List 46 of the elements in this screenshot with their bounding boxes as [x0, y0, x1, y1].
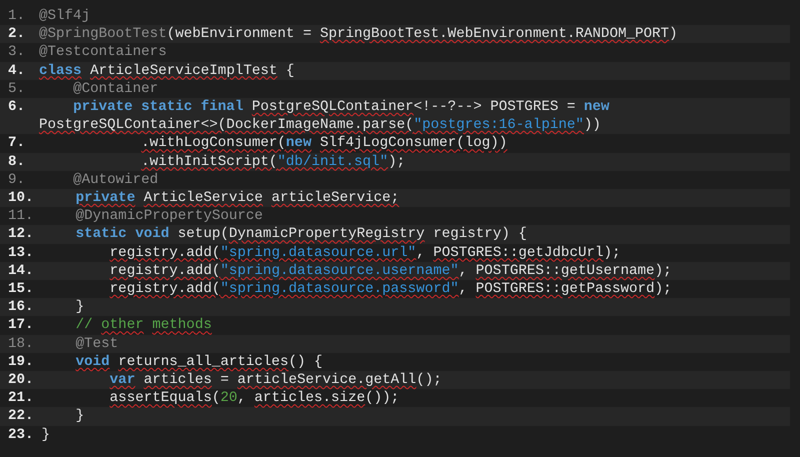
line-number: 12.: [7, 225, 34, 244]
code-line: registry.add("spring.datasource.url", POSTGRES::getJdbcUrl);: [108, 244, 622, 262]
code-line: @Slf4j: [38, 7, 92, 26]
line-number: 6.: [7, 98, 26, 118]
code-line: registry.add("spring.datasource.password", POSTGRES::getPassword);: [108, 280, 673, 298]
code-line: void returns_all_articles() {: [74, 352, 324, 372]
code-line: assertEquals(20, articles.size());: [108, 389, 400, 408]
code-line: @SpringBootTest(webEnvironment = SpringBootTest.WebEnvironment.RANDOM_PORT): [38, 25, 679, 44]
line-number: 2.: [7, 25, 26, 44]
line-number: 10.: [7, 189, 34, 208]
line-number: 22.: [7, 407, 34, 426]
line-number: 13.: [7, 244, 34, 262]
line-number: 8.: [7, 152, 26, 171]
line-number: 3.: [7, 43, 26, 62]
code-line: @Testcontainers: [38, 43, 168, 62]
line-number: 19.: [7, 352, 34, 372]
line-number: 21.: [7, 389, 34, 408]
line-number: 16.: [7, 298, 34, 316]
line-number: 9.: [7, 170, 26, 190]
code-line: }: [40, 426, 52, 444]
line-number: 7.: [7, 134, 26, 153]
code-line: private ArticleService articleService;: [74, 189, 400, 208]
code-line: @Container: [72, 80, 160, 98]
line-number: 18.: [7, 334, 34, 353]
line-number: 5.: [7, 80, 26, 98]
code-line: registry.add("spring.datasource.username", POSTGRES::getUsername);: [108, 262, 673, 280]
line-number: 20.: [7, 371, 34, 390]
code-line: }: [74, 298, 86, 316]
code-line: .withLogConsumer(new Slf4jLogConsumer(log)): [140, 134, 508, 153]
code-line: static void setup(DynamicPropertyRegistry registry) {: [74, 225, 528, 244]
line-number: 14.: [7, 262, 34, 280]
code-line: @Autowired: [72, 170, 160, 190]
code-line: @Test: [74, 334, 120, 353]
code-line: }: [74, 407, 86, 426]
code-line: var articles = articleService.getAll();: [108, 371, 443, 390]
line-number: 15.: [7, 280, 34, 298]
line-number: 11.: [7, 207, 34, 226]
code-line: .withInitScript("db/init.sql");: [140, 152, 406, 171]
line-number: 17.: [7, 316, 34, 335]
code-line: @DynamicPropertySource: [74, 207, 264, 226]
code-line: // other methods: [74, 316, 213, 335]
line-number: 4.: [7, 62, 26, 80]
code-line: private static final PostgreSQLContainer<!--?--> POSTGRES = new PostgreSQLContainer<>(DockerImageName.parse("postgres:16-alpine")): [38, 98, 610, 134]
code-line: class ArticleServiceImplTest {: [38, 62, 296, 80]
line-number: 23.: [7, 426, 34, 444]
line-number: 1.: [7, 7, 26, 26]
